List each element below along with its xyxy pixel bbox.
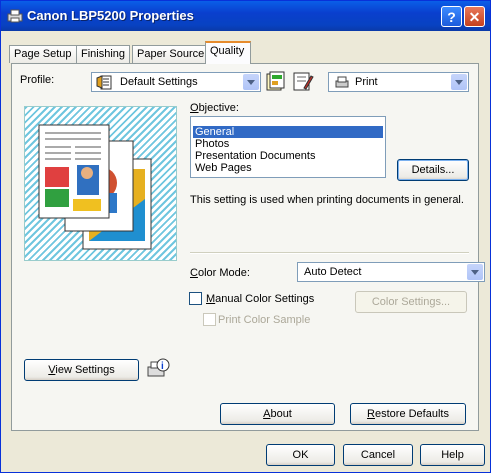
color-mode-value: Auto Detect [304,266,362,278]
help-button[interactable]: Help [420,444,485,466]
add-profile-icon [266,71,285,91]
color-settings-button[interactable]: Color Settings... [355,291,467,313]
output-method-value: Print [355,76,378,88]
restore-defaults-button[interactable]: Restore Defaults [350,403,466,425]
title-bar: Canon LBP5200 Properties ? ✕ [1,1,490,31]
profile-icon [96,75,112,90]
details-button[interactable]: Details... [397,159,469,181]
properties-window: Canon LBP5200 Properties ? ✕ Page Setup … [0,0,491,473]
edit-profile-button[interactable] [292,70,314,92]
close-button[interactable]: ✕ [464,6,485,27]
profile-value: Default Settings [120,76,198,88]
window-title: Canon LBP5200 Properties [27,8,194,23]
objective-description: This setting is used when printing docum… [190,194,464,206]
tab-page-setup[interactable]: Page Setup [9,45,77,63]
cancel-button[interactable]: Cancel [343,444,413,466]
printer-status-button[interactable]: i [146,357,170,381]
color-mode-select[interactable]: Auto Detect [297,262,485,282]
objective-list[interactable]: General Photos Presentation Documents We… [190,116,386,178]
svg-text:i: i [161,361,164,372]
chevron-down-icon[interactable] [451,74,467,90]
objective-label: Objective: [190,102,239,114]
help-title-button[interactable]: ? [441,6,462,27]
print-color-sample-label: Print Color Sample [218,314,311,326]
print-color-sample-checkbox[interactable] [203,313,216,326]
add-profile-button[interactable] [265,70,287,92]
about-button[interactable]: About [220,403,335,425]
list-item[interactable]: General [193,126,383,138]
tab-paper-source[interactable]: Paper Source [132,45,210,63]
ok-button[interactable]: OK [266,444,335,466]
view-settings-button[interactable]: View Settings [24,359,139,381]
printer-status-icon: i [147,358,170,377]
chevron-down-icon[interactable] [243,74,259,90]
list-item[interactable]: Photos [193,138,383,150]
manual-color-label: Manual Color Settings [206,293,315,305]
document-preview-illustration [38,124,152,250]
list-item[interactable]: Web Pages [193,162,383,174]
list-item[interactable]: Presentation Documents [193,150,383,162]
tab-finishing[interactable]: Finishing [76,45,131,63]
edit-profile-icon [293,72,314,91]
quality-preview-image [24,106,177,261]
profile-label: Profile: [20,74,55,86]
manual-color-checkbox[interactable] [189,292,202,305]
printer-icon [7,9,23,23]
output-method-select[interactable]: Print [328,72,469,92]
chevron-down-icon[interactable] [467,264,483,280]
tab-quality[interactable]: Quality [205,41,251,64]
print-icon [335,76,349,88]
color-mode-label: Color Mode: [190,267,250,279]
divider [190,252,469,254]
profile-select[interactable]: Default Settings [91,72,261,92]
